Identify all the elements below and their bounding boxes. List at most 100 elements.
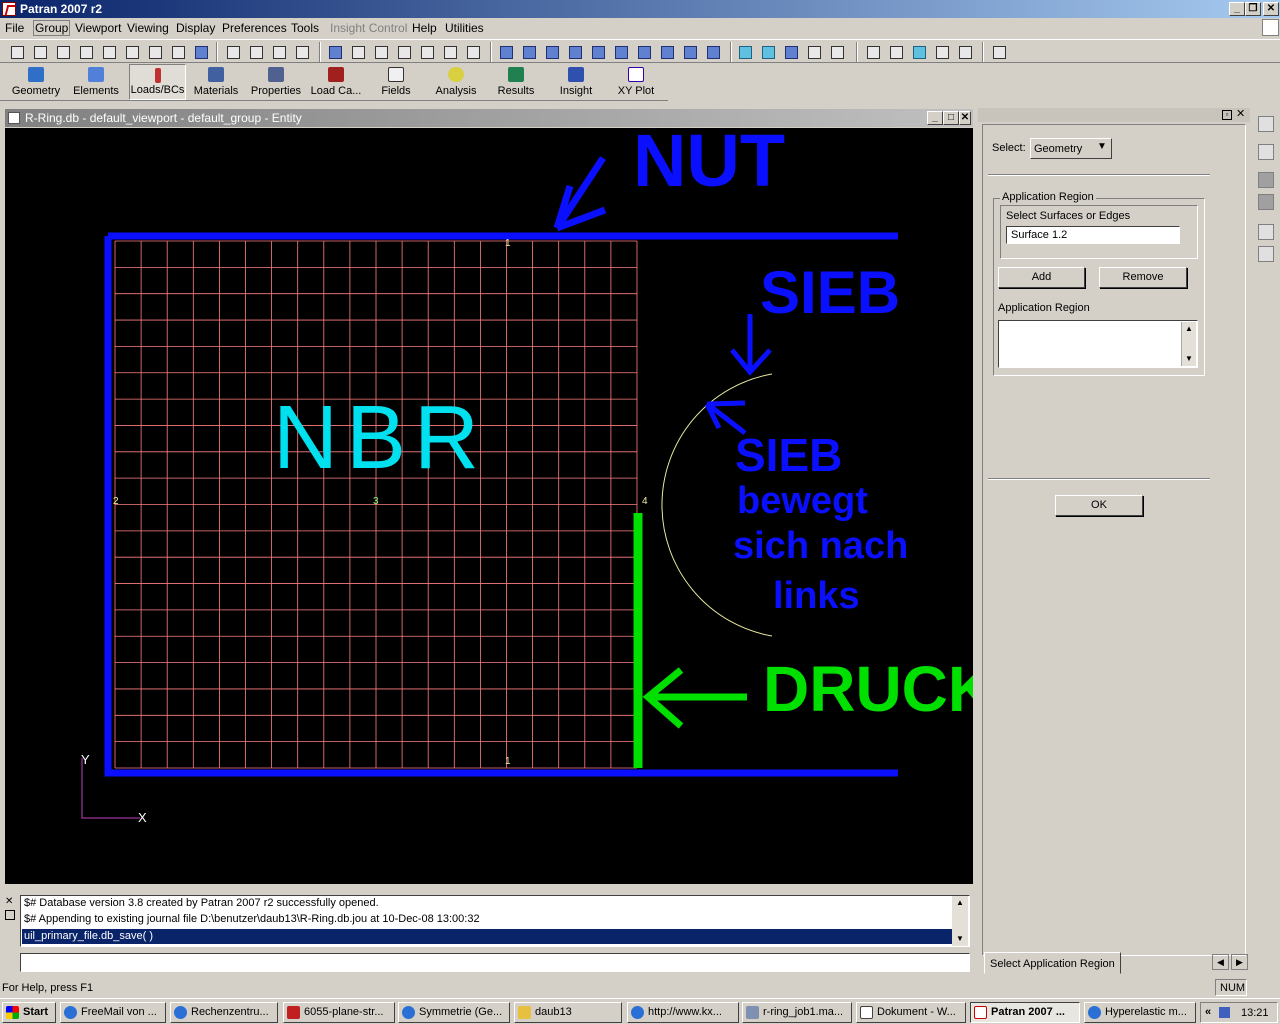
task-freemail[interactable]: FreeMail von ...	[60, 1002, 166, 1023]
app-analysis[interactable]: Analysis	[430, 64, 482, 100]
open-file-icon[interactable]	[31, 43, 49, 61]
zoom-in-icon[interactable]	[464, 43, 482, 61]
rotate-y-icon[interactable]	[247, 43, 265, 61]
add-button[interactable]: Add	[998, 267, 1085, 288]
view-right-icon[interactable]	[612, 43, 630, 61]
menu-display[interactable]: Display	[176, 21, 215, 35]
view-top-icon[interactable]	[543, 43, 561, 61]
task-pdf[interactable]: 6055-plane-str...	[283, 1002, 395, 1023]
history-scrollbar[interactable]: ▲ ▼	[952, 896, 968, 946]
show-labels-icon[interactable]	[910, 43, 928, 61]
app-insight[interactable]: Insight	[552, 64, 600, 100]
start-button[interactable]: Start	[2, 1002, 56, 1023]
minimize-icon[interactable]: _	[1229, 2, 1245, 16]
fit-view-icon[interactable]	[326, 43, 344, 61]
refresh-icon[interactable]	[864, 43, 882, 61]
broom-icon[interactable]	[169, 43, 187, 61]
menu-help[interactable]: Help	[412, 21, 437, 35]
view-iso2-icon[interactable]	[658, 43, 676, 61]
side-tool-5-icon[interactable]	[1258, 224, 1274, 240]
command-input[interactable]	[20, 953, 970, 972]
print-icon[interactable]	[77, 43, 95, 61]
task-hyperelastic[interactable]: Hyperelastic m...	[1084, 1002, 1196, 1023]
view-rear-icon[interactable]	[520, 43, 538, 61]
side-tool-4-icon[interactable]	[1258, 194, 1274, 210]
side-tool-6-icon[interactable]	[1258, 246, 1274, 262]
viewport-canvas[interactable]: NUT SIEB SIEB bewegt sich nach links NBR…	[5, 128, 973, 884]
network-icon[interactable]	[1219, 1007, 1230, 1018]
save-icon[interactable]	[54, 43, 72, 61]
select-dropdown[interactable]: Geometry ▼	[1030, 138, 1112, 159]
view-iso1-icon[interactable]	[635, 43, 653, 61]
surface-input[interactable]: Surface 1.2	[1006, 226, 1180, 244]
console-close-icon[interactable]: ✕	[5, 896, 13, 907]
rotate-center-icon[interactable]	[395, 43, 413, 61]
menu-preferences[interactable]: Preferences	[222, 21, 287, 35]
task-patran[interactable]: Patran 2007 ...	[970, 1002, 1080, 1023]
menu-viewing[interactable]: Viewing	[127, 21, 169, 35]
form-restore-icon[interactable]: ▫	[1222, 110, 1232, 120]
pointer-icon[interactable]	[1262, 19, 1279, 36]
history-scroll-down-icon[interactable]: ▼	[956, 934, 964, 943]
app-load-cases[interactable]: Load Ca...	[306, 64, 366, 100]
task-daub13[interactable]: daub13	[514, 1002, 622, 1023]
remove-button[interactable]: Remove	[1099, 267, 1187, 288]
pan-hand-icon[interactable]	[146, 43, 164, 61]
menu-group[interactable]: Group	[33, 20, 71, 36]
menu-utilities[interactable]: Utilities	[445, 21, 484, 35]
restore-icon[interactable]: ❐	[1245, 2, 1261, 16]
viewport-close-icon[interactable]: ✕	[959, 111, 971, 125]
console-restore-icon[interactable]	[5, 910, 15, 920]
form-close-icon[interactable]: ✕	[1236, 109, 1245, 120]
label-on-icon[interactable]	[805, 43, 823, 61]
patran-app-icon[interactable]	[2, 2, 16, 16]
node-size-icon[interactable]	[887, 43, 905, 61]
task-dokument-word[interactable]: Dokument - W...	[856, 1002, 966, 1023]
reset-graphics-icon[interactable]	[192, 43, 210, 61]
view-iso4-icon[interactable]	[704, 43, 722, 61]
zoom-out-icon[interactable]	[441, 43, 459, 61]
application-region-list[interactable]: ▲ ▼	[998, 320, 1198, 368]
tab-scroll-left-icon[interactable]: ◀	[1212, 954, 1229, 970]
app-geometry[interactable]: Geometry	[6, 64, 66, 100]
label-off-icon[interactable]	[828, 43, 846, 61]
point-size-icon[interactable]	[933, 43, 951, 61]
history-scroll-up-icon[interactable]: ▲	[956, 898, 964, 907]
view-left-icon[interactable]	[589, 43, 607, 61]
viewport-minimize-icon[interactable]: _	[927, 111, 943, 125]
view-bottom-icon[interactable]	[566, 43, 584, 61]
rotate-free-icon[interactable]	[293, 43, 311, 61]
side-tool-1-icon[interactable]	[1258, 116, 1274, 132]
entity-icon[interactable]	[956, 43, 974, 61]
ok-button[interactable]: OK	[1055, 495, 1143, 516]
task-rechenzentrum[interactable]: Rechenzentru...	[170, 1002, 278, 1023]
task-http[interactable]: http://www.kx...	[627, 1002, 739, 1023]
viewport-maximize-icon[interactable]: □	[943, 111, 959, 125]
app-xy-plot[interactable]: XY Plot	[612, 64, 660, 100]
rotate-x-icon[interactable]	[224, 43, 242, 61]
list-scrollbar[interactable]: ▲ ▼	[1181, 322, 1196, 366]
rotate-z-icon[interactable]	[270, 43, 288, 61]
view-iso3-icon[interactable]	[681, 43, 699, 61]
view-front-icon[interactable]	[497, 43, 515, 61]
app-elements[interactable]: Elements	[68, 64, 124, 100]
close-icon[interactable]: ✕	[1263, 2, 1279, 16]
home-icon[interactable]	[990, 43, 1008, 61]
menu-viewport[interactable]: Viewport	[75, 21, 121, 35]
app-fields[interactable]: Fields	[372, 64, 420, 100]
zoom-box-icon[interactable]	[418, 43, 436, 61]
menu-file[interactable]: File	[5, 21, 24, 35]
graphics-viewport[interactable]: NUT SIEB SIEB bewegt sich nach links NBR…	[5, 128, 973, 884]
smooth-shaded-icon[interactable]	[782, 43, 800, 61]
form-tab-select-region[interactable]: Select Application Region	[984, 952, 1121, 974]
move-icon[interactable]	[349, 43, 367, 61]
app-loads-bcs[interactable]: Loads/BCs	[129, 64, 186, 100]
task-r-ring-job[interactable]: r-ring_job1.ma...	[742, 1002, 852, 1023]
side-tool-3-icon[interactable]	[1258, 172, 1274, 188]
copy-icon[interactable]	[100, 43, 118, 61]
scroll-down-icon[interactable]: ▼	[1185, 354, 1193, 363]
task-symmetrie[interactable]: Symmetrie (Ge...	[398, 1002, 510, 1023]
side-tool-2-icon[interactable]	[1258, 144, 1274, 160]
undo-icon[interactable]	[123, 43, 141, 61]
tab-scroll-right-icon[interactable]: ▶	[1231, 954, 1248, 970]
